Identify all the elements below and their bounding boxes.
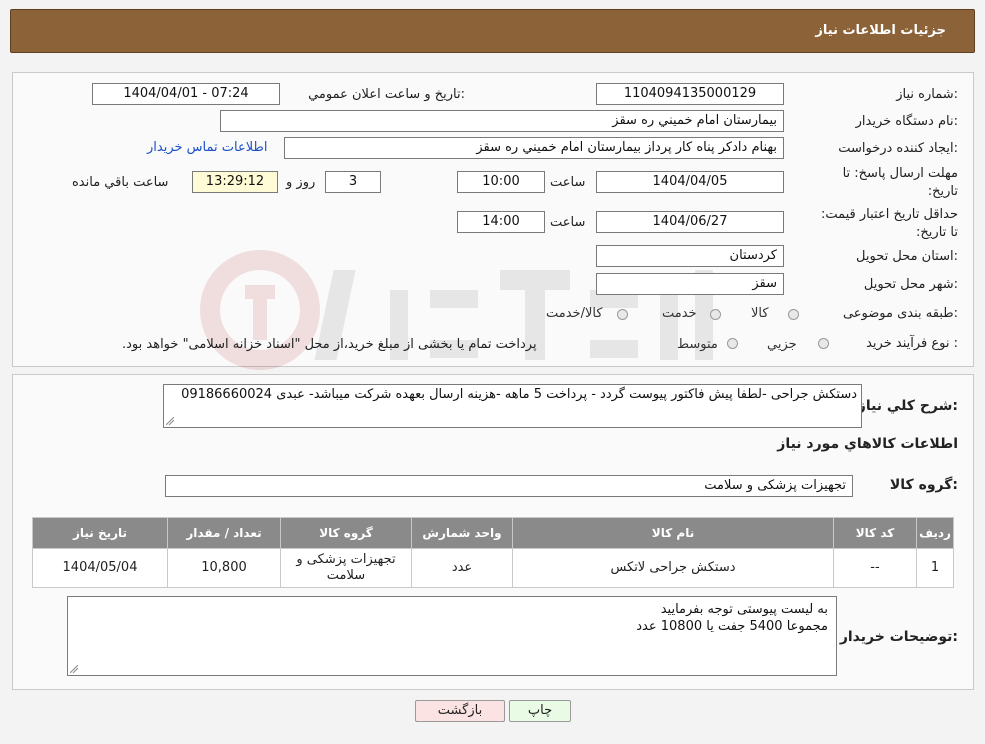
description-textarea: دستکش جراحی -لطفا پیش فاکتور پیوست گردد … (163, 384, 862, 428)
deadline-time-field: 10:00 (457, 171, 545, 193)
goods-section-title: اطلاعات کالاهاي مورد نياز (777, 436, 958, 452)
col-qty: تعداد / مقدار (167, 517, 281, 549)
cell-unit: عدد (411, 548, 513, 588)
buyer-contact-link[interactable]: اطلاعات تماس خريدار (147, 140, 267, 155)
process-radio-medium[interactable] (727, 338, 738, 349)
description-text: دستکش جراحی -لطفا پیش فاکتور پیوست گردد … (181, 387, 857, 402)
days-label: روز و (286, 175, 316, 190)
validity-label: حداقل تاريخ اعتبار قيمت: تا تاريخ: (820, 207, 958, 240)
page-header: جزئيات اطلاعات نياز (10, 9, 975, 53)
cell-group: تجهيزات پزشکی و سلامت (280, 548, 412, 588)
cell-qty: 10,800 (167, 548, 281, 588)
remaining-label: ساعت باقي مانده (72, 175, 169, 190)
deadline-time-label: ساعت (550, 175, 586, 190)
table-row: 1 -- دستکش جراحی لاتکس عدد تجهيزات پزشکی… (32, 548, 954, 588)
col-name: نام کالا (512, 517, 834, 549)
cell-index: 1 (916, 548, 954, 588)
resize-grip-icon (166, 417, 174, 425)
deadline-label: مهلت ارسال پاسخ: تا تاريخ: (842, 166, 958, 199)
creator-field: بهنام دادکر پناه کار پرداز بيمارستان اما… (284, 137, 784, 159)
announce-field: 1404/04/01 - 07:24 (92, 83, 280, 105)
validity-time-label: ساعت (550, 215, 586, 230)
goods-table-header: رديف کد کالا نام کالا واحد شمارش گروه کا… (32, 517, 954, 549)
category-radio-service[interactable] (710, 309, 721, 320)
process-note: پرداخت تمام يا بخشی از مبلغ خريد،از محل … (122, 337, 537, 352)
cell-date: 1404/05/04 (32, 548, 168, 588)
remaining-time-field: 13:29:12 (192, 171, 278, 193)
back-button[interactable]: بازگشت (415, 700, 505, 722)
process-label: نوع فرآيند خريد : (866, 336, 958, 351)
resize-grip-icon (70, 665, 78, 673)
validity-time-field: 14:00 (457, 211, 545, 233)
category-option-goods: کالا (751, 306, 769, 321)
announce-label: تاريخ و ساعت اعلان عمومي: (308, 87, 465, 102)
category-option-service: خدمت (662, 306, 697, 321)
buyer-notes-label: توضيحات خريدار: (839, 629, 958, 645)
category-radio-goods-service[interactable] (617, 309, 628, 320)
buyer-notes-line-2: مجموعا 5400 جفت یا 10800 عدد (636, 619, 828, 634)
category-option-goods-service: کالا/خدمت (546, 306, 603, 321)
province-label: استان محل تحويل: (856, 249, 958, 264)
goods-group-label: گروه کالا: (889, 477, 958, 493)
creator-label: ايجاد کننده درخواست: (838, 141, 958, 156)
validity-date-field: 1404/06/27 (596, 211, 784, 233)
buyer-notes-line-1: به لیست پیوستی توجه بفرمایید (660, 602, 828, 617)
description-label: شرح کلي نياز: (857, 398, 958, 414)
cell-name: دستکش جراحی لاتکس (512, 548, 834, 588)
category-radio-goods[interactable] (788, 309, 799, 320)
province-field: کردستان (596, 245, 784, 267)
city-field: سقز (596, 273, 784, 295)
goods-table: رديف کد کالا نام کالا واحد شمارش گروه کا… (32, 517, 954, 588)
print-button[interactable]: چاپ (509, 700, 571, 722)
buyer-org-label: نام دستگاه خريدار: (855, 114, 958, 129)
process-option-minor: جزيي (767, 337, 797, 352)
deadline-date-field: 1404/04/05 (596, 171, 784, 193)
days-field: 3 (325, 171, 381, 193)
col-index: رديف (916, 517, 954, 549)
process-option-medium: متوسط (677, 337, 718, 352)
need-number-field: 1104094135000129 (596, 83, 784, 105)
need-number-label: شماره نياز: (896, 87, 958, 102)
process-radio-minor[interactable] (818, 338, 829, 349)
city-label: شهر محل تحويل: (863, 277, 958, 292)
category-label: طبقه بندی موضوعی: (842, 306, 958, 321)
goods-group-field: تجهيزات پزشکی و سلامت (165, 475, 853, 497)
col-date: تاريخ نياز (32, 517, 168, 549)
page-title: جزئيات اطلاعات نياز (815, 23, 946, 38)
buyer-org-field: بيمارستان امام خميني ره سقز (220, 110, 784, 132)
buyer-notes-textarea: به لیست پیوستی توجه بفرمایید مجموعا 5400… (67, 596, 837, 676)
col-unit: واحد شمارش (411, 517, 513, 549)
col-group: گروه کالا (280, 517, 412, 549)
cell-code: -- (833, 548, 917, 588)
col-code: کد کالا (833, 517, 917, 549)
